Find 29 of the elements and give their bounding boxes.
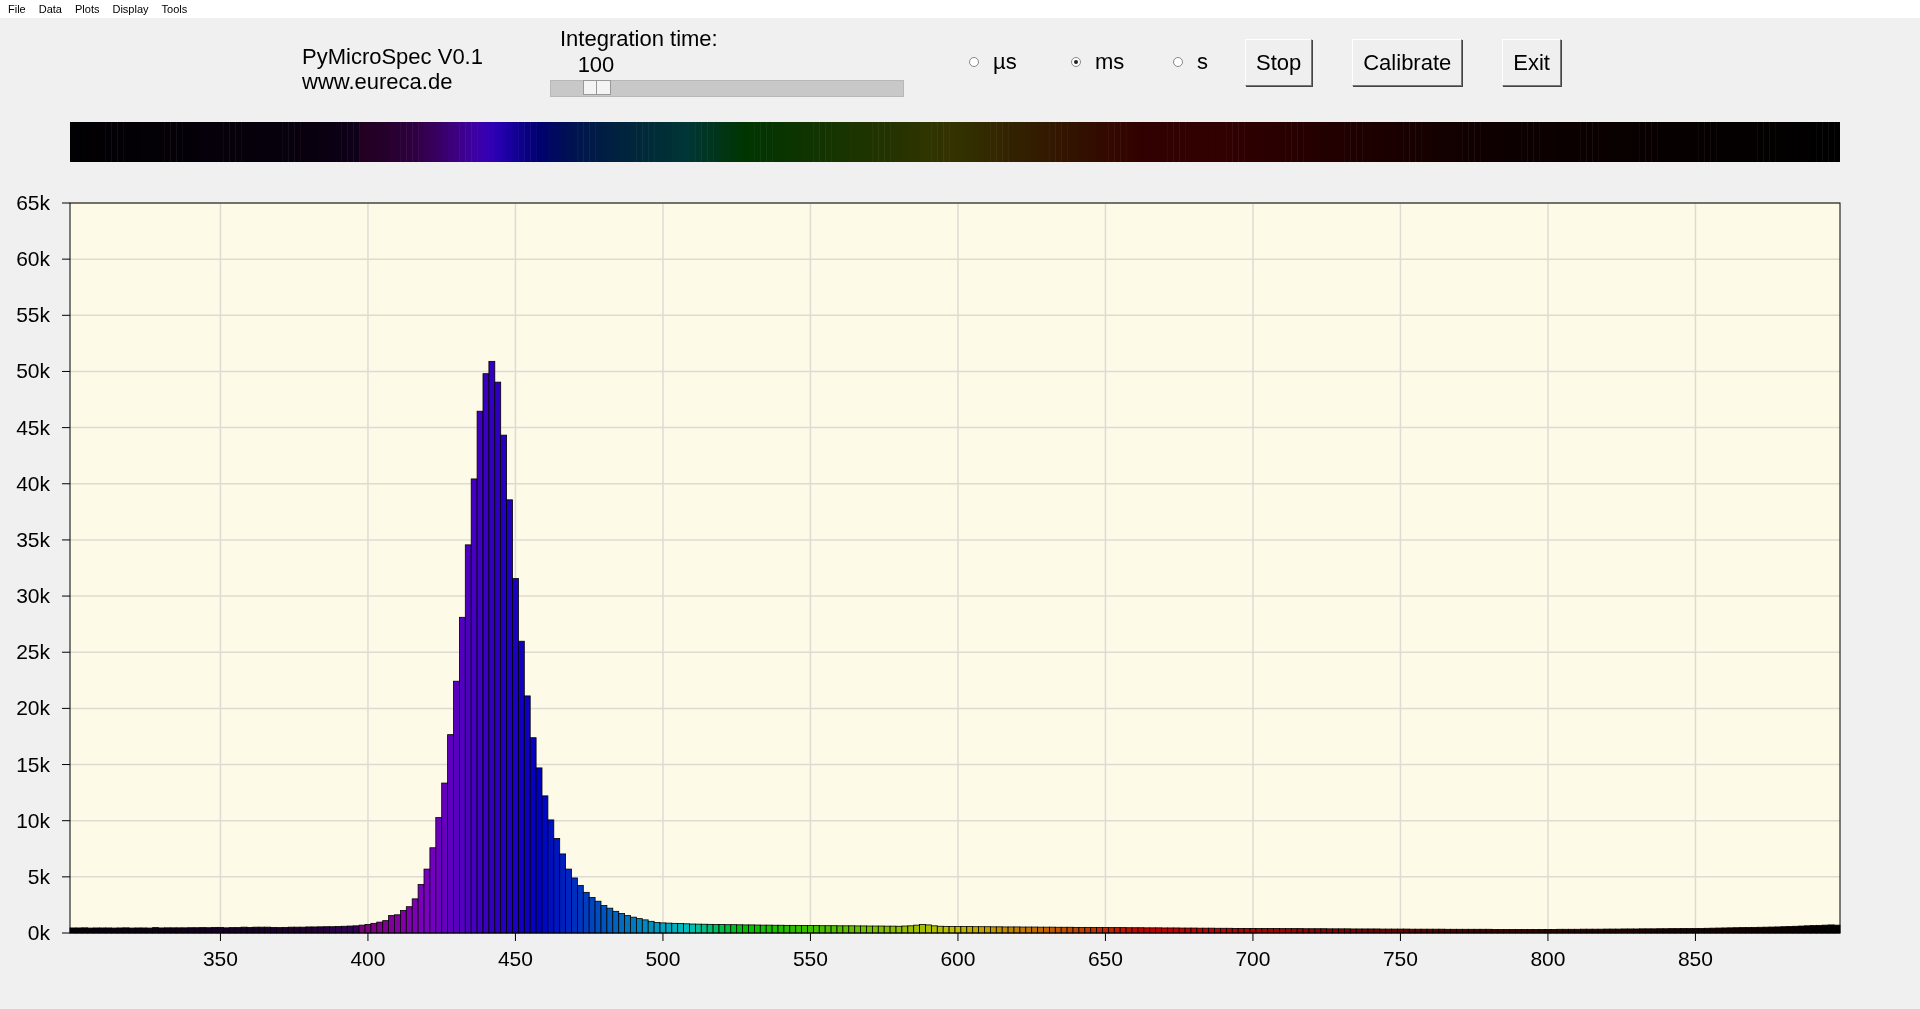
website-text: www.eureca.de xyxy=(302,69,454,94)
y-axis-label: 50k xyxy=(16,359,50,383)
x-axis-label: 350 xyxy=(202,947,238,970)
y-axis-label: 5k xyxy=(27,864,50,888)
y-axis-label: 45k xyxy=(16,415,50,439)
x-axis-label: 850 xyxy=(1677,947,1713,970)
y-axis-label: 40k xyxy=(16,471,50,495)
x-axis-label: 500 xyxy=(645,947,681,970)
x-axis-label: 600 xyxy=(940,947,976,970)
y-axis-label: 0k xyxy=(27,921,50,944)
y-axis-label: 55k xyxy=(16,303,50,327)
slider-value: 100 xyxy=(577,52,615,78)
x-axis-label: 450 xyxy=(497,947,533,970)
x-axis-label: 800 xyxy=(1530,947,1566,970)
app-title: PyMicroSpec V0.1 xyxy=(302,44,483,69)
y-axis-label: 10k xyxy=(16,808,50,832)
y-axis-label: 15k xyxy=(16,752,50,776)
y-axis-label: 60k xyxy=(16,247,50,271)
x-axis-label: 550 xyxy=(792,947,828,970)
x-axis-label: 700 xyxy=(1235,947,1271,970)
integration-time-label: Integration time: xyxy=(559,26,719,52)
y-axis-label: 35k xyxy=(16,527,50,551)
x-axis-label: 400 xyxy=(350,947,386,970)
y-axis-label: 25k xyxy=(16,640,50,664)
y-axis-label: 65k xyxy=(16,195,50,214)
y-axis-label: 30k xyxy=(16,584,50,608)
x-axis-label: 650 xyxy=(1087,947,1123,970)
y-axis-label: 20k xyxy=(16,696,50,720)
x-axis-label: 750 xyxy=(1382,947,1418,970)
